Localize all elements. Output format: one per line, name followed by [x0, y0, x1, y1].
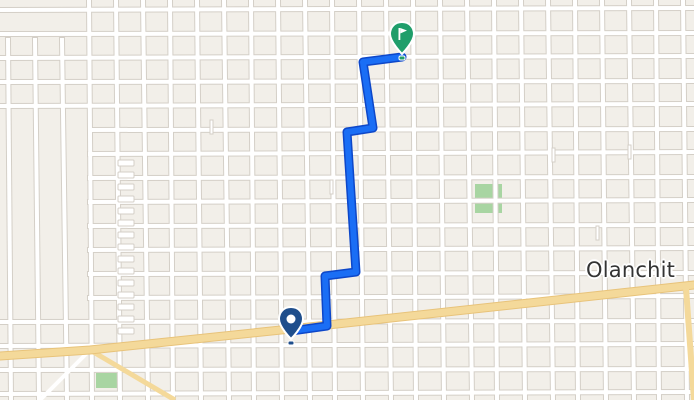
map-canvas[interactable]: Olanchit: [0, 0, 694, 400]
route-layer: [286, 52, 407, 336]
flag-pin-icon: [388, 20, 416, 61]
place-label: Olanchit: [586, 258, 676, 282]
route-line-outline: [286, 52, 407, 336]
location-pin-icon: [277, 305, 305, 346]
